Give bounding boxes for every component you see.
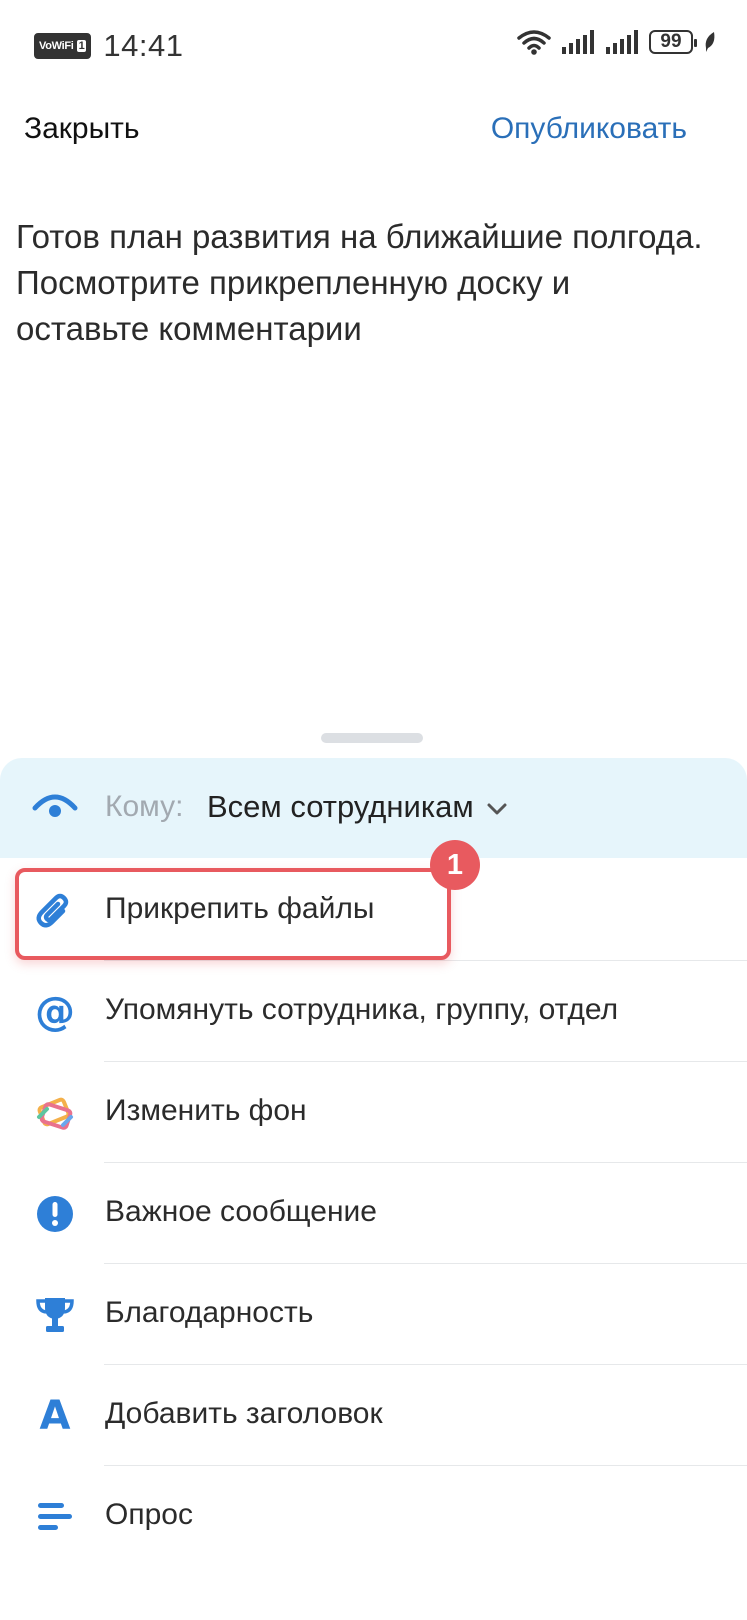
- paperclip-icon: [32, 888, 78, 934]
- menu-item-label: Важное сообщение: [105, 1195, 377, 1228]
- actions-sheet: Кому: Всем сотрудникам Прикрепить файлы …: [0, 758, 747, 1620]
- at-icon: @: [35, 989, 75, 1035]
- status-bar: VoWiFi 1 14:41 99: [0, 0, 747, 90]
- audience-value[interactable]: Всем сотрудникам: [207, 789, 474, 825]
- poll-icon: [32, 1494, 78, 1540]
- sim-slot-label: 1: [76, 40, 87, 52]
- menu-item-important-message[interactable]: Важное сообщение: [0, 1163, 747, 1264]
- menu-item-label: Упомянуть сотрудника, группу, отдел: [105, 993, 619, 1026]
- vowifi-label: VoWiFi: [39, 40, 74, 52]
- menu-item-poll[interactable]: Опрос: [0, 1466, 747, 1567]
- menu-item-label: Опрос: [105, 1498, 193, 1531]
- chevron-down-icon[interactable]: [485, 797, 509, 821]
- step-badge: 1: [430, 840, 480, 890]
- sheet-drag-handle[interactable]: [321, 733, 423, 743]
- post-text-input[interactable]: Готов план развития на ближайшие полгода…: [16, 214, 706, 352]
- background-icon: [32, 1090, 78, 1136]
- menu-item-label: Благодарность: [105, 1296, 314, 1329]
- exclamation-icon: [32, 1191, 78, 1237]
- compose-post-screen: VoWiFi 1 14:41 99 Закрыть Опубликовать Г…: [0, 0, 747, 1620]
- signal-icon: [562, 30, 594, 54]
- battery-indicator: 99: [649, 30, 697, 54]
- wifi-icon: [517, 30, 551, 55]
- audience-label: Кому:: [105, 790, 184, 823]
- audience-selector[interactable]: Кому: Всем сотрудникам: [0, 758, 747, 858]
- publish-button[interactable]: Опубликовать: [491, 112, 687, 146]
- menu-item-gratitude[interactable]: Благодарность: [0, 1264, 747, 1365]
- leaf-icon: [705, 32, 715, 52]
- close-button[interactable]: Закрыть: [24, 112, 140, 146]
- signal-icon-2: [606, 30, 638, 54]
- menu-item-label: Добавить заголовок: [105, 1397, 383, 1430]
- vowifi-indicator: VoWiFi 1: [34, 33, 92, 59]
- menu-item-label: Изменить фон: [105, 1094, 307, 1127]
- eye-icon: [32, 784, 78, 830]
- letter-a-icon: A: [39, 1393, 71, 1439]
- menu-item-change-background[interactable]: Изменить фон: [0, 1062, 747, 1163]
- trophy-icon: [32, 1292, 78, 1338]
- menu-item-mention[interactable]: @ Упомянуть сотрудника, группу, отдел: [0, 961, 747, 1062]
- menu-item-attach-files[interactable]: Прикрепить файлы: [0, 860, 747, 961]
- status-right: 99: [517, 28, 717, 56]
- menu-item-add-title[interactable]: A Добавить заголовок: [0, 1365, 747, 1466]
- status-left: VoWiFi 1 14:41: [34, 28, 183, 64]
- menu-item-label: Прикрепить файлы: [105, 892, 375, 925]
- clock: 14:41: [103, 28, 184, 63]
